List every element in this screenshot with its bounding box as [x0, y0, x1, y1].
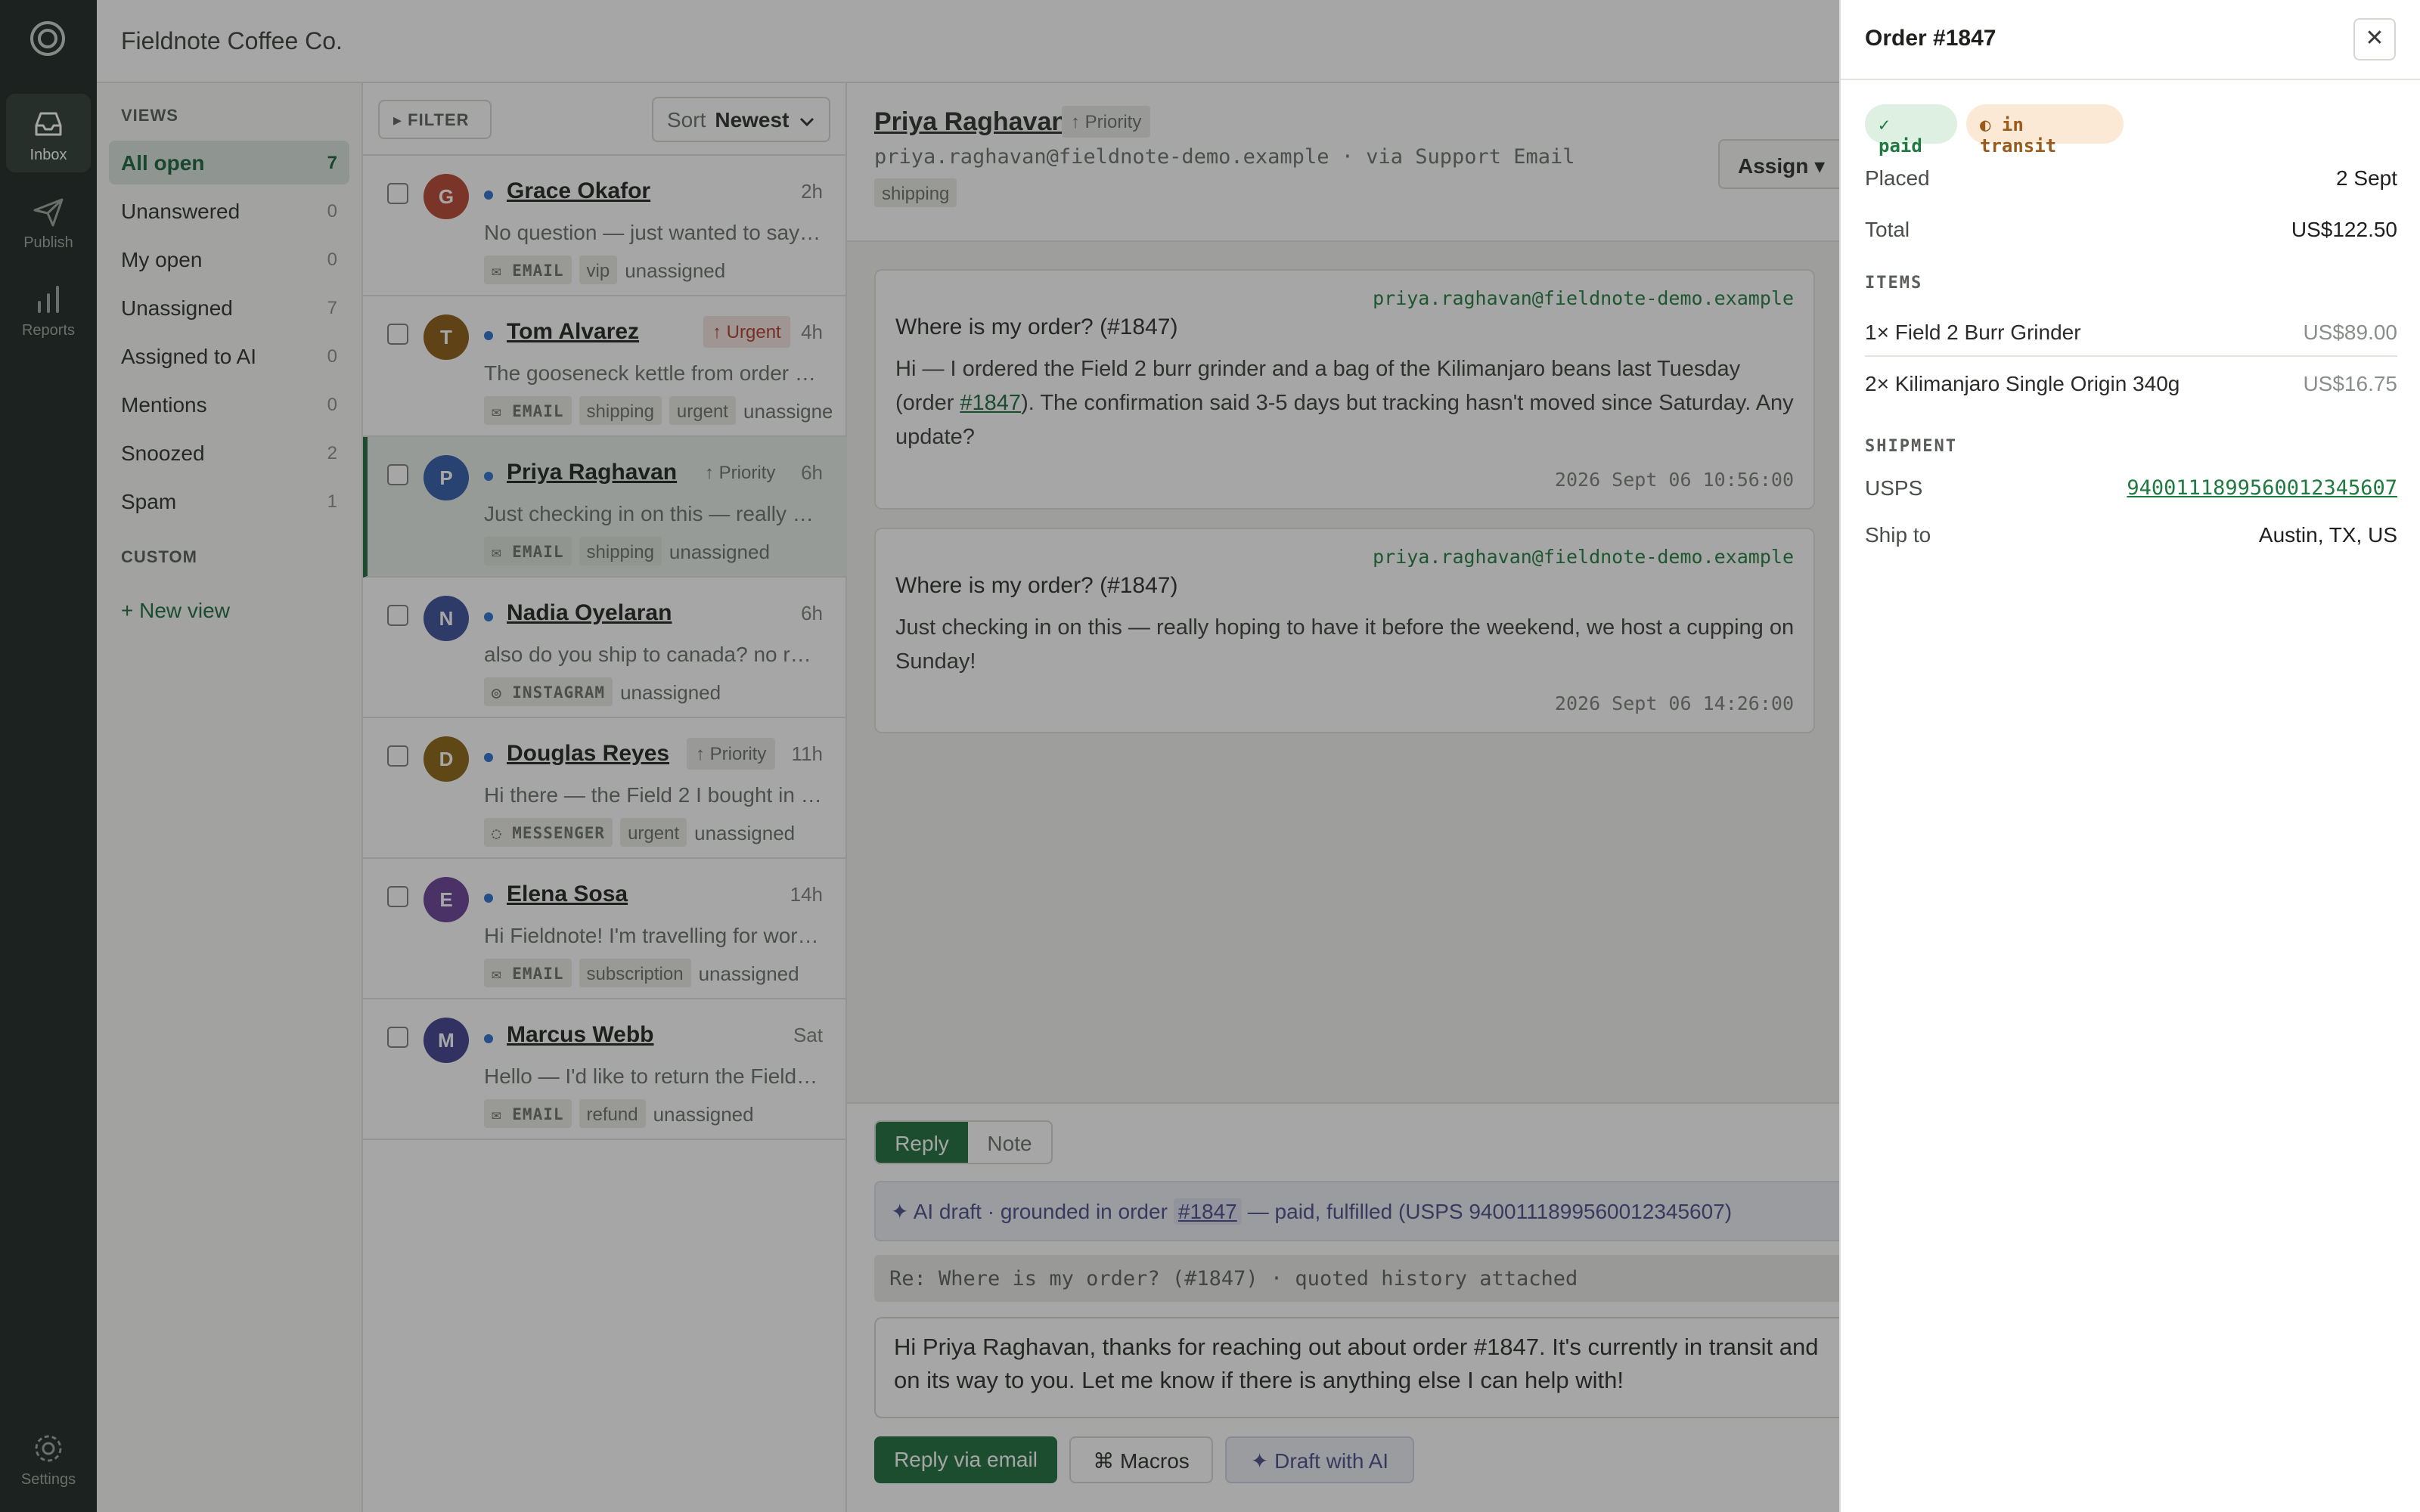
divider: [1865, 355, 2397, 357]
total-value: US$122.50: [2291, 218, 2397, 241]
tracking-link[interactable]: 9400111899560012345607: [2127, 476, 2397, 500]
order-drawer-header: Order #1847 ✕: [1841, 0, 2420, 80]
paid-status-badge: ✓ paid: [1865, 104, 1957, 156]
ship-to-label: Ship to: [1865, 523, 1931, 547]
total-label: Total: [1865, 218, 1910, 241]
carrier-label: USPS: [1865, 476, 1923, 500]
close-icon[interactable]: ✕: [2353, 18, 2396, 60]
placed-value: 2 Sept: [2336, 166, 2397, 190]
item-price: US$16.75: [2303, 372, 2397, 395]
order-total-row: Total US$122.50: [1865, 210, 2397, 248]
placed-label: Placed: [1865, 166, 1930, 190]
transit-status-badge: ◐ in transit: [1966, 104, 2124, 156]
tracking-row: USPS 9400111899560012345607: [1865, 469, 2397, 507]
item-name: 1× Field 2 Burr Grinder: [1865, 321, 2081, 344]
order-placed-row: Placed 2 Sept: [1865, 159, 2397, 197]
shipment-section-title: SHIPMENT: [1865, 437, 1957, 456]
order-drawer: Order #1847 ✕ ✓ paid ◐ in transit Placed…: [1839, 0, 2420, 1512]
order-item-row: 2× Kilimanjaro Single Origin 340g US$16.…: [1865, 364, 2397, 402]
order-item-row: 1× Field 2 Burr Grinder US$89.00: [1865, 313, 2397, 351]
order-title: Order #1847: [1865, 26, 1996, 51]
ship-to-row: Ship to Austin, TX, US: [1865, 516, 2397, 553]
item-price: US$89.00: [2303, 321, 2397, 344]
items-section-title: ITEMS: [1865, 274, 1923, 293]
ship-to-value: Austin, TX, US: [2258, 523, 2397, 547]
drawer-backdrop[interactable]: [0, 0, 1839, 1512]
item-name: 2× Kilimanjaro Single Origin 340g: [1865, 372, 2180, 395]
